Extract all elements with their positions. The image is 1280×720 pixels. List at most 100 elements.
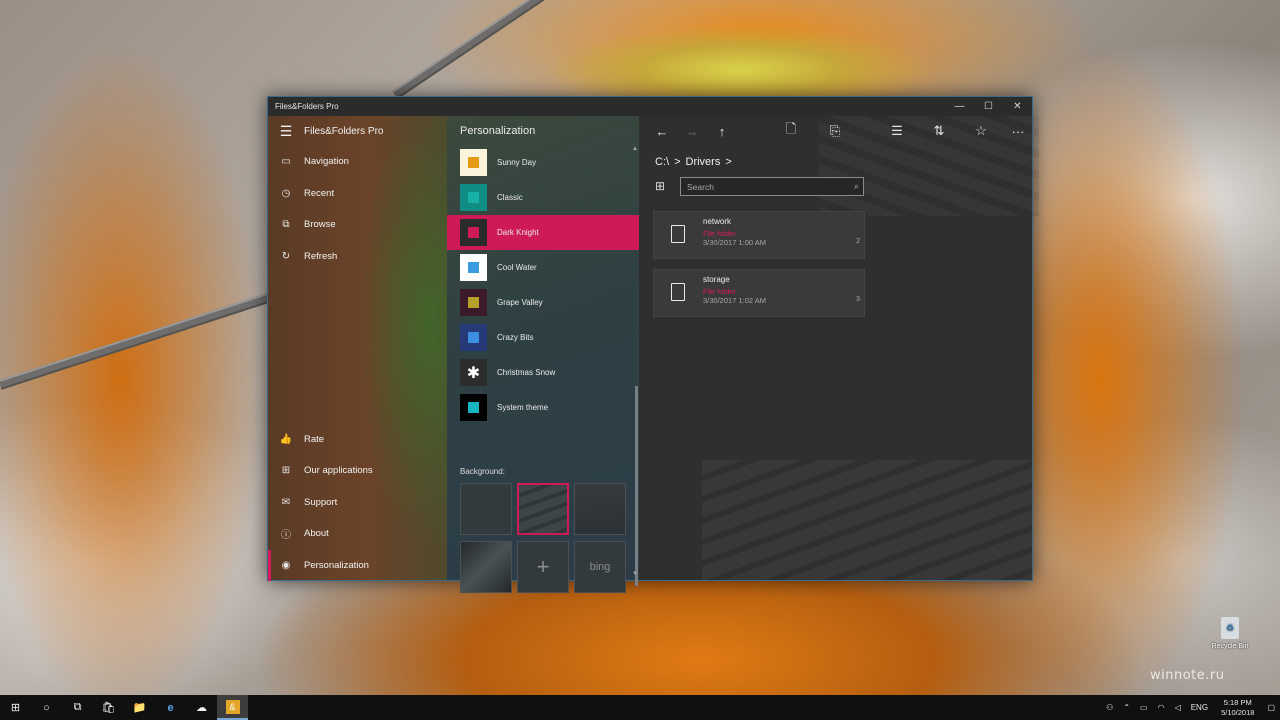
select-list-icon[interactable]: ☰ [886, 121, 908, 141]
theme-grape-valley[interactable]: Grape Valley [447, 285, 639, 320]
folder-card-network[interactable]: network File folder 3/30/2017 1:00 AM 2 [653, 211, 865, 259]
background-tile[interactable] [460, 541, 512, 593]
people-icon[interactable]: ⚇ [1101, 703, 1118, 712]
swatch-color [468, 192, 479, 203]
system-tray: ⚇ ⌃ ▭ ◠ ◁ ENG 5:18 PM 5/10/2018 ▢ [1101, 695, 1280, 720]
thumbs-up-icon: 👍 [279, 434, 293, 445]
chevron-right-icon[interactable]: > [725, 156, 731, 168]
nav-item-rate[interactable]: 👍 Rate [268, 424, 447, 455]
nav-item-browse[interactable]: ⧉ Browse [268, 209, 447, 240]
search-icon[interactable]: ⌕ [854, 181, 859, 192]
nav-item-refresh[interactable]: ↻ Refresh [268, 241, 447, 272]
edge-browser-icon[interactable]: e [155, 695, 186, 720]
nav-item-our-applications[interactable]: ⊞ Our applications [268, 455, 447, 486]
theme-swatch [460, 289, 487, 316]
weather-app-icon[interactable]: ☁ [186, 695, 217, 720]
scroll-up-arrow-icon[interactable]: ▲ [631, 146, 639, 152]
personalization-pane: Personalization Sunny Day Classic Dark K… [447, 116, 639, 593]
volume-icon[interactable]: ◁ [1170, 703, 1186, 712]
folder-icon [671, 225, 685, 243]
store-icon[interactable]: 🛍 [93, 695, 124, 720]
theme-swatch [460, 324, 487, 351]
add-background-button[interactable]: + [517, 541, 569, 593]
mail-icon: ✉ [281, 497, 291, 508]
notifications-icon[interactable]: ▢ [1262, 703, 1280, 712]
folder-name: network [703, 217, 732, 226]
background-tile[interactable] [574, 483, 626, 535]
grid-view-icon[interactable]: ⊞ [655, 179, 665, 193]
theme-christmas-snow[interactable]: ✱ Christmas Snow [447, 355, 639, 390]
bing-background-button[interactable]: bing [574, 541, 626, 593]
theme-system-theme[interactable]: System theme [447, 390, 639, 425]
background-tile-selected[interactable] [517, 483, 569, 535]
nav-item-label: Browse [304, 219, 336, 230]
show-hidden-icons-icon[interactable]: ⌃ [1118, 703, 1135, 712]
new-file-icon[interactable]: 🗋 [780, 121, 802, 141]
theme-classic[interactable]: Classic [447, 180, 639, 215]
hamburger-menu-icon[interactable]: ☰ [268, 123, 304, 140]
sort-icon[interactable]: ⇅ [928, 121, 950, 141]
cortana-search-icon[interactable]: ○ [31, 695, 62, 720]
theme-crazy-bits[interactable]: Crazy Bits [447, 320, 639, 355]
nav-item-personalization[interactable]: ◉ Personalization [268, 550, 447, 581]
scrollbar-thumb[interactable] [635, 386, 638, 586]
theme-label: Classic [497, 193, 523, 202]
item-count: 2 [856, 238, 860, 245]
theme-label: Christmas Snow [497, 368, 556, 377]
nav-header: ☰ Files&Folders Pro [268, 116, 447, 146]
theme-label: Dark Knight [497, 228, 539, 237]
nav-item-label: Personalization [304, 560, 369, 571]
folder-card-storage[interactable]: storage File folder 3/30/2017 1:02 AM 3 [653, 269, 865, 317]
clock[interactable]: 5:18 PM 5/10/2018 [1213, 698, 1262, 718]
language-indicator[interactable]: ENG [1186, 703, 1213, 712]
breadcrumb-folder[interactable]: Drivers [686, 156, 721, 168]
more-options-icon[interactable]: ··· [1007, 121, 1029, 141]
file-browser-pane: ← → ↑ 🗋 ⎘ ☰ ⇅ ☆ ··· C:\ > Drivers > ⊞ Se… [639, 116, 1039, 580]
theme-swatch [460, 394, 487, 421]
theme-label: Cool Water [497, 263, 537, 272]
swatch-color [468, 402, 479, 413]
minimize-button[interactable]: — [945, 97, 974, 116]
theme-dark-knight[interactable]: Dark Knight [447, 215, 639, 250]
breadcrumb-root[interactable]: C:\ [655, 156, 669, 168]
pane-title: Personalization [460, 125, 536, 137]
swatch-color [468, 227, 479, 238]
task-view-icon[interactable]: ⧉ [62, 695, 93, 720]
battery-icon[interactable]: ▭ [1135, 703, 1153, 712]
recycle-bin-shortcut[interactable]: ♻ Recycle Bin [1205, 617, 1255, 650]
theme-swatch [460, 149, 487, 176]
background-tile[interactable] [460, 483, 512, 535]
folder-type: File folder [703, 287, 736, 296]
recycle-bin-icon: ♻ [1221, 617, 1239, 639]
item-count: 3 [856, 296, 860, 303]
file-explorer-icon[interactable]: 📁 [124, 695, 155, 720]
theme-label: System theme [497, 403, 549, 412]
back-arrow-icon[interactable]: ← [651, 121, 673, 141]
wifi-icon[interactable]: ◠ [1153, 703, 1170, 712]
swatch-color [468, 332, 479, 343]
desktop-road [0, 290, 278, 390]
taskbar: ⊞ ○ ⧉ 🛍 📁 e ☁ & ⚇ ⌃ ▭ ◠ ◁ ENG 5:18 PM 5/… [0, 695, 1280, 720]
search-input[interactable]: Search ⌕ [680, 177, 864, 196]
files-folders-app-icon[interactable]: & [217, 695, 248, 720]
nav-item-recent[interactable]: ◷ Recent [268, 178, 447, 209]
forward-arrow-icon[interactable]: → [681, 121, 703, 141]
scroll-down-arrow-icon[interactable]: ▼ [631, 571, 639, 577]
recycle-bin-label: Recycle Bin [1211, 643, 1249, 650]
swatch-color [468, 297, 479, 308]
start-windows-icon[interactable]: ⊞ [0, 695, 31, 720]
maximize-button[interactable]: ☐ [974, 97, 1003, 116]
theme-sunny-day[interactable]: Sunny Day [447, 145, 639, 180]
new-folder-icon[interactable]: ⎘ [824, 121, 846, 141]
close-button[interactable]: ✕ [1003, 97, 1032, 116]
up-arrow-icon[interactable]: ↑ [711, 121, 733, 141]
clock-date: 5/10/2018 [1221, 707, 1255, 717]
toolbar: ← → ↑ 🗋 ⎘ ☰ ⇅ ☆ ··· [639, 116, 1032, 146]
star-icon[interactable]: ☆ [970, 121, 992, 141]
nav-item-about[interactable]: ⓘ About [268, 518, 447, 549]
theme-cool-water[interactable]: Cool Water [447, 250, 639, 285]
swatch-color [468, 157, 479, 168]
nav-item-support[interactable]: ✉ Support [268, 487, 447, 518]
window-title: Files&Folders Pro [275, 102, 339, 111]
nav-item-navigation[interactable]: ▭ Navigation [268, 146, 447, 177]
